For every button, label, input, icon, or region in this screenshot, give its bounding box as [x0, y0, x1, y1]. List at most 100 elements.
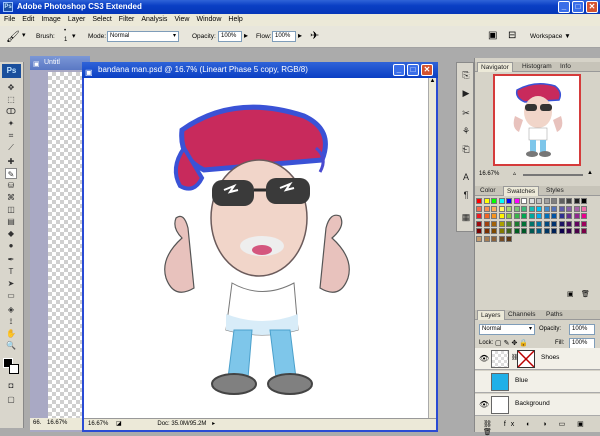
menu-select[interactable]: Select — [88, 14, 114, 26]
layers-footer-buttons[interactable]: ⛓ fx ◐ ◑ ▭ ▣ 🗑 — [475, 420, 600, 436]
document-bandana-man-titlebar[interactable]: ▣ bandana man.psd @ 16.7% (Lineart Phase… — [82, 62, 438, 78]
menu-help[interactable]: Help — [224, 14, 245, 26]
zoom-in-icon[interactable]: ▲ — [587, 170, 593, 176]
tab-color[interactable]: Color — [477, 186, 499, 196]
color-swatch[interactable] — [513, 198, 520, 204]
move-tool-icon[interactable]: ✥ — [5, 82, 17, 93]
color-swatch[interactable] — [498, 228, 505, 234]
color-swatch[interactable] — [491, 205, 497, 212]
marquee-tool-icon[interactable]: ⬚ — [5, 94, 17, 105]
slice-tool-icon[interactable]: ⟋ — [5, 142, 17, 153]
color-swatch[interactable] — [528, 198, 535, 204]
shape-tool-icon[interactable]: ▭ — [5, 290, 17, 301]
clone-source-icon[interactable]: ⎗ — [460, 143, 472, 155]
document-canvas[interactable] — [84, 78, 428, 418]
tab-layers[interactable]: Layers — [477, 310, 505, 320]
color-swatch[interactable] — [551, 220, 557, 227]
eye-icon[interactable]: 👁 — [479, 400, 489, 409]
color-swatch[interactable] — [521, 213, 527, 219]
color-swatch[interactable] — [491, 228, 497, 234]
color-swatch[interactable] — [543, 220, 550, 227]
document-untitled-titlebar[interactable]: ▣ Untitl — [30, 56, 90, 70]
menu-analysis[interactable]: Analysis — [137, 14, 170, 26]
color-swatch[interactable] — [506, 205, 512, 212]
minimize-icon[interactable]: _ — [558, 1, 570, 13]
color-swatch[interactable] — [498, 198, 505, 204]
screen-mode-icon[interactable]: ▢ — [5, 394, 17, 405]
color-swatch[interactable] — [581, 220, 587, 227]
color-swatch[interactable] — [551, 228, 557, 234]
color-swatch[interactable] — [528, 220, 535, 227]
color-swatch[interactable] — [551, 213, 557, 219]
pen-tool-icon[interactable]: ✒ — [5, 254, 17, 265]
blend-mode-select[interactable]: Normal ▾ — [479, 324, 535, 335]
color-swatch[interactable] — [566, 205, 572, 212]
eye-icon[interactable] — [479, 377, 488, 386]
status-menu-arrow-icon[interactable]: ▸ — [208, 421, 215, 427]
color-swatch[interactable] — [476, 198, 482, 204]
tab-info[interactable]: Info — [557, 62, 574, 72]
delete-swatch-icon[interactable]: 🗑 — [581, 290, 590, 298]
menu-image[interactable]: Image — [37, 14, 63, 26]
eyedropper-tool-icon[interactable]: ⟟ — [5, 316, 17, 327]
color-swatch[interactable] — [498, 205, 505, 212]
layer-row-shoes[interactable]: 👁 ⛓ Shoes — [475, 348, 600, 370]
color-swatch[interactable] — [483, 228, 490, 234]
dodge-tool-icon[interactable]: ● — [5, 240, 17, 251]
color-swatch[interactable] — [558, 213, 565, 219]
color-swatch[interactable] — [566, 213, 572, 219]
brush-tool-icon[interactable]: 🖌 — [6, 30, 20, 43]
color-swatch[interactable] — [573, 228, 580, 234]
color-swatch[interactable] — [566, 228, 572, 234]
tab-styles[interactable]: Styles — [543, 186, 567, 196]
color-swatch[interactable] — [491, 213, 497, 219]
lock-icons[interactable]: ▢✎✥🔒 — [495, 339, 530, 347]
blur-tool-icon[interactable]: ◆ — [5, 228, 17, 239]
color-swatch[interactable] — [483, 213, 490, 219]
color-swatch[interactable] — [573, 205, 580, 212]
color-swatch[interactable] — [498, 213, 505, 219]
color-swatch[interactable] — [491, 235, 497, 242]
3d-tool-icon[interactable]: ◈ — [5, 304, 17, 315]
color-swatch[interactable] — [573, 213, 580, 219]
tab-navigator[interactable]: Navigator — [477, 62, 513, 72]
document-maximize-icon[interactable]: □ — [407, 64, 419, 76]
flow-input[interactable]: 100% — [272, 31, 296, 42]
zoom-slider[interactable] — [523, 174, 583, 176]
color-swatch[interactable] — [551, 198, 557, 204]
opacity-slider-arrow-icon[interactable]: ▸ — [244, 31, 248, 40]
color-swatch[interactable] — [558, 228, 565, 234]
layer-comps-icon[interactable]: ▦ — [460, 211, 472, 223]
hand-tool-icon[interactable]: ✋ — [5, 328, 17, 339]
layer-row-background[interactable]: 👁 Background — [475, 394, 600, 416]
brush-size-value[interactable]: 1 — [64, 37, 67, 43]
history-panel-icon[interactable]: ⎘ — [460, 69, 472, 81]
color-swatch[interactable] — [498, 220, 505, 227]
layer-opacity-input[interactable]: 100% — [569, 324, 595, 335]
flow-slider-arrow-icon[interactable]: ▸ — [298, 31, 302, 40]
color-swatch[interactable] — [581, 213, 587, 219]
brush-tool-icon-active[interactable]: ✎ — [5, 168, 17, 179]
color-swatch[interactable] — [513, 220, 520, 227]
bridge-icon[interactable]: ⊟ — [508, 30, 516, 41]
new-swatch-icon[interactable]: ▣ — [567, 290, 574, 298]
color-swatch[interactable] — [476, 205, 482, 212]
color-swatch[interactable] — [521, 205, 527, 212]
color-swatch[interactable] — [483, 220, 490, 227]
color-swatch[interactable] — [581, 198, 587, 204]
zoom-tool-icon[interactable]: 🔍 — [5, 340, 17, 351]
document-close-icon[interactable]: ✕ — [421, 64, 433, 76]
color-swatch[interactable] — [536, 228, 542, 234]
color-swatch[interactable] — [566, 198, 572, 204]
maximize-icon[interactable]: □ — [572, 1, 584, 13]
document-zoom-field[interactable]: 16.67% — [84, 421, 108, 427]
opacity-input[interactable]: 100% — [218, 31, 242, 42]
color-swatch[interactable] — [536, 213, 542, 219]
crop-tool-icon[interactable]: ⌗ — [5, 130, 17, 141]
eye-icon[interactable]: 👁 — [479, 354, 489, 363]
color-swatch[interactable] — [483, 235, 490, 242]
brushes-panel-icon[interactable]: ⚘ — [460, 125, 472, 137]
ps-logo[interactable]: Ps — [2, 64, 21, 78]
brush-picker-dropdown[interactable]: ▾ — [72, 32, 76, 40]
color-swatch[interactable] — [528, 213, 535, 219]
